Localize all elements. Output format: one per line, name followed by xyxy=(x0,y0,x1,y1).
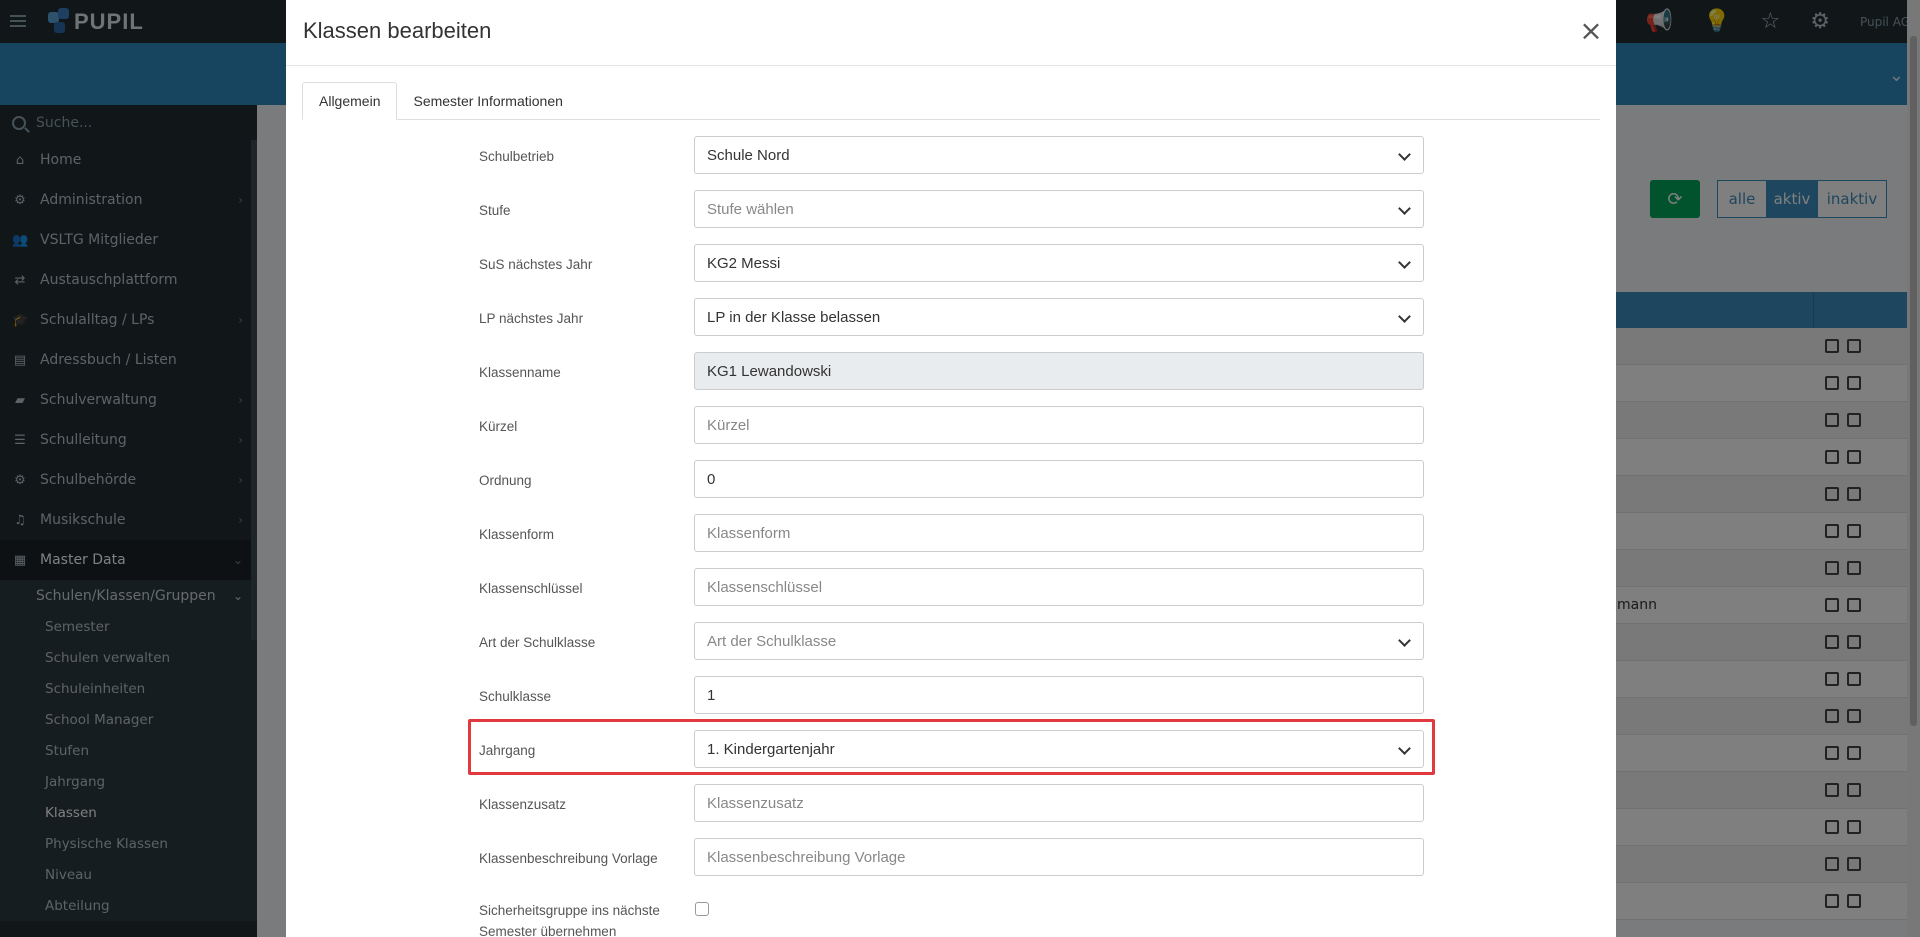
label-klassenform: Klassenform xyxy=(479,527,555,542)
art-der-schulklasse-select[interactable]: Art der Schulklasse xyxy=(694,622,1424,660)
row-art: Art der Schulklasse Art der Schulklasse xyxy=(479,622,1431,660)
klassenbeschreibung-input[interactable]: Klassenbeschreibung Vorlage xyxy=(694,838,1424,876)
tab-allgemein[interactable]: Allgemein xyxy=(302,82,398,120)
label-klassenzusatz: Klassenzusatz xyxy=(479,797,567,812)
row-stufe: Stufe Stufe wählen xyxy=(479,190,1431,228)
row-klassenschluessel: Klassenschlüssel Klassenschlüssel xyxy=(479,568,1431,606)
modal-tabs: Allgemein Semester Informationen xyxy=(302,82,1600,120)
row-ordnung: Ordnung 0 xyxy=(479,460,1431,498)
row-kuerzel: Kürzel Kürzel xyxy=(479,406,1431,444)
sus-next-year-select[interactable]: KG2 Messi xyxy=(694,244,1424,282)
label-schulklasse: Schulklasse xyxy=(479,689,552,704)
label-ordnung: Ordnung xyxy=(479,473,532,488)
schulklasse-input[interactable]: 1 xyxy=(694,676,1424,714)
chevron-down-icon xyxy=(1398,256,1411,269)
ordnung-input[interactable]: 0 xyxy=(694,460,1424,498)
row-schulbetrieb: Schulbetrieb Schule Nord xyxy=(479,136,1431,174)
klassenform-input[interactable]: Klassenform xyxy=(694,514,1424,552)
modal-header: Klassen bearbeiten × xyxy=(286,0,1616,66)
row-lp: LP nächstes Jahr LP in der Klasse belass… xyxy=(479,298,1431,336)
close-icon[interactable]: × xyxy=(1578,16,1604,46)
label-stufe: Stufe xyxy=(479,203,511,218)
klassenschluessel-input[interactable]: Klassenschlüssel xyxy=(694,568,1424,606)
label-art: Art der Schulklasse xyxy=(479,635,596,650)
stufe-select[interactable]: Stufe wählen xyxy=(694,190,1424,228)
edit-class-modal: Klassen bearbeiten × Allgemein Semester … xyxy=(286,0,1616,937)
row-klassenzusatz: Klassenzusatz Klassenzusatz xyxy=(479,784,1431,822)
label-klassenname: Klassenname xyxy=(479,365,561,380)
row-klassenform: Klassenform Klassenform xyxy=(479,514,1431,552)
chevron-down-icon xyxy=(1398,634,1411,647)
label-klassenschluessel: Klassenschlüssel xyxy=(479,581,583,596)
label-sus: SuS nächstes Jahr xyxy=(479,257,593,272)
kuerzel-input[interactable]: Kürzel xyxy=(694,406,1424,444)
sicherheitsgruppe-checkbox[interactable] xyxy=(695,902,709,916)
label-sicherheitsgruppe: Sicherheitsgruppe ins nächste Semester ü… xyxy=(479,903,660,937)
chevron-down-icon xyxy=(1398,148,1411,161)
row-beschreibung: Klassenbeschreibung Vorlage Klassenbesch… xyxy=(479,838,1431,876)
row-sus: SuS nächstes Jahr KG2 Messi xyxy=(479,244,1431,282)
label-beschreibung: Klassenbeschreibung Vorlage xyxy=(479,851,658,866)
tab-semester-informationen[interactable]: Semester Informationen xyxy=(397,82,578,120)
modal-title: Klassen bearbeiten xyxy=(303,18,492,43)
label-kuerzel: Kürzel xyxy=(479,419,518,434)
row-klassenname: Klassenname KG1 Lewandowski xyxy=(479,352,1431,390)
row-schulklasse: Schulklasse 1 xyxy=(479,676,1431,714)
klassenzusatz-input[interactable]: Klassenzusatz xyxy=(694,784,1424,822)
chevron-down-icon xyxy=(1398,202,1411,215)
lp-next-year-select[interactable]: LP in der Klasse belassen xyxy=(694,298,1424,336)
chevron-down-icon xyxy=(1398,310,1411,323)
label-schulbetrieb: Schulbetrieb xyxy=(479,149,555,164)
label-lp: LP nächstes Jahr xyxy=(479,311,584,326)
jahrgang-highlight-box xyxy=(468,719,1435,775)
schulbetrieb-select[interactable]: Schule Nord xyxy=(694,136,1424,174)
klassenname-field[interactable]: KG1 Lewandowski xyxy=(694,352,1424,390)
row-sicherheitsgruppe: Sicherheitsgruppe ins nächste Semester ü… xyxy=(479,892,1431,937)
